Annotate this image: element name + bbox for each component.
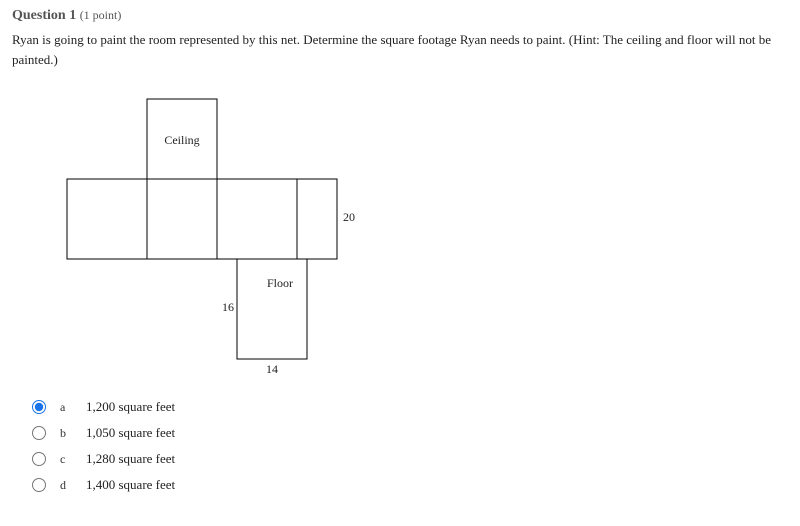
- option-c-letter: c: [60, 452, 86, 467]
- dim-left: 16: [222, 300, 234, 314]
- answer-options: a 1,200 square feet b 1,050 square feet …: [32, 399, 788, 493]
- question-number: 1: [69, 8, 76, 23]
- option-b[interactable]: b 1,050 square feet: [32, 425, 788, 441]
- option-c[interactable]: c 1,280 square feet: [32, 451, 788, 467]
- floor-label: Floor: [267, 276, 293, 290]
- ceiling-label: Ceiling: [164, 133, 199, 147]
- option-a[interactable]: a 1,200 square feet: [32, 399, 788, 415]
- net-diagram: Ceiling Floor 20 16 14: [62, 89, 462, 379]
- option-c-radio[interactable]: [32, 452, 46, 466]
- option-d[interactable]: d 1,400 square feet: [32, 477, 788, 493]
- question-label: Question 1: [12, 8, 80, 23]
- option-a-letter: a: [60, 400, 86, 415]
- question-text: Ryan is going to paint the room represen…: [12, 30, 788, 69]
- option-b-radio[interactable]: [32, 426, 46, 440]
- option-a-text: 1,200 square feet: [86, 399, 175, 415]
- option-d-text: 1,400 square feet: [86, 477, 175, 493]
- option-b-letter: b: [60, 426, 86, 441]
- question-header: Question 1 (1 point): [12, 8, 788, 24]
- question-points: (1 point): [80, 8, 122, 22]
- net-svg: Ceiling Floor 20 16 14: [62, 89, 382, 379]
- dim-bottom: 14: [266, 362, 278, 376]
- option-d-letter: d: [60, 478, 86, 493]
- option-b-text: 1,050 square feet: [86, 425, 175, 441]
- option-c-text: 1,280 square feet: [86, 451, 175, 467]
- question-label-word: Question: [12, 8, 66, 23]
- dim-right: 20: [343, 210, 355, 224]
- option-a-radio[interactable]: [32, 400, 46, 414]
- option-d-radio[interactable]: [32, 478, 46, 492]
